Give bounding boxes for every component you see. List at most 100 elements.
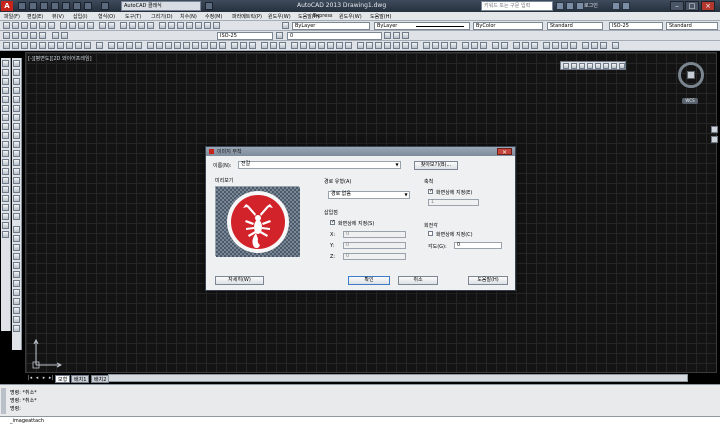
layer-on-icon[interactable] — [12, 32, 19, 39]
extend-icon[interactable] — [13, 150, 20, 157]
properties-icon[interactable] — [159, 22, 166, 29]
dim-angular-icon[interactable] — [411, 42, 418, 49]
dim-edit-icon[interactable] — [13, 289, 20, 296]
ne-iso-icon[interactable] — [75, 42, 82, 49]
help-icon[interactable] — [622, 2, 630, 10]
new-icon[interactable] — [3, 22, 10, 29]
ucs-world-icon[interactable] — [300, 42, 307, 49]
menu-help-2[interactable]: 도움말(H) — [370, 13, 391, 20]
gradient-icon[interactable] — [2, 195, 9, 202]
pan-icon[interactable] — [120, 22, 127, 29]
layer-states-icon[interactable] — [3, 32, 10, 39]
ft-icon-4[interactable] — [587, 63, 593, 69]
ft-icon-5[interactable] — [595, 63, 601, 69]
color-combo[interactable]: ByLayer — [292, 22, 370, 30]
next-tab-arrow-icon[interactable]: ▸ — [41, 375, 47, 382]
ft-icon-3[interactable] — [579, 63, 585, 69]
center-mark-icon[interactable] — [13, 262, 20, 269]
polyline-icon[interactable] — [2, 78, 9, 85]
smooth-icon[interactable] — [591, 42, 598, 49]
tolerance-icon[interactable] — [13, 253, 20, 260]
paste-icon[interactable] — [78, 22, 85, 29]
interfere-icon[interactable] — [531, 42, 538, 49]
wedge-icon[interactable] — [183, 42, 190, 49]
plot-icon[interactable] — [30, 22, 37, 29]
menu-file[interactable]: 파일(F) — [4, 13, 20, 20]
circle-icon[interactable] — [2, 114, 9, 121]
box-icon[interactable] — [147, 42, 154, 49]
text-style-combo[interactable]: Standard — [547, 22, 603, 30]
render-icon[interactable] — [270, 42, 277, 49]
back-view-icon[interactable] — [48, 42, 55, 49]
loft-icon[interactable] — [561, 42, 568, 49]
light-icon[interactable] — [261, 42, 268, 49]
menu-dimension[interactable]: 치수(N) — [180, 13, 197, 20]
menu-format[interactable]: 형식(O) — [98, 13, 115, 20]
save-icon[interactable] — [40, 2, 48, 10]
zoom-extents-icon[interactable] — [441, 42, 448, 49]
table-style-combo[interactable]: Standard — [666, 22, 718, 30]
wcs-menu[interactable]: WCS — [682, 98, 698, 104]
free-orbit-icon[interactable] — [471, 42, 478, 49]
exchange-icon[interactable] — [612, 2, 620, 10]
cancel-button[interactable]: 취소 — [398, 276, 438, 285]
ucs-origin-icon[interactable] — [345, 42, 352, 49]
redo-icon[interactable] — [108, 22, 115, 29]
dim-ordinate-icon[interactable] — [384, 42, 391, 49]
prev-tab-arrow-icon[interactable]: ◂ — [34, 375, 40, 382]
front-view-icon[interactable] — [39, 42, 46, 49]
path-type-combo[interactable]: 경로 없음 ▼ — [328, 191, 410, 199]
horizontal-scrollbar[interactable] — [108, 374, 688, 382]
dialog-close-button[interactable]: × — [497, 148, 512, 156]
dim-radius-icon[interactable] — [393, 42, 400, 49]
layer-isolate-icon[interactable] — [402, 32, 409, 39]
dim-diameter-icon[interactable] — [402, 42, 409, 49]
mirror-icon[interactable] — [13, 78, 20, 85]
scale-field[interactable]: 1 — [428, 199, 479, 206]
layer-combo[interactable]: 0 — [287, 32, 382, 40]
planar-surface-icon[interactable] — [552, 42, 559, 49]
dim-aligned-icon[interactable] — [366, 42, 373, 49]
layer-properties-icon[interactable] — [282, 22, 289, 29]
continuous-orbit-icon[interactable] — [480, 42, 487, 49]
command-line[interactable]: _imageattach — [0, 416, 720, 426]
redo-icon[interactable] — [84, 2, 92, 10]
copy-icon[interactable] — [69, 22, 76, 29]
top-view-icon[interactable] — [3, 42, 10, 49]
browse-button[interactable]: 찾아보기(B)... — [414, 161, 458, 170]
arc-icon[interactable] — [2, 105, 9, 112]
tab-model[interactable]: 모형 — [55, 375, 71, 383]
ft-icon-2[interactable] — [571, 63, 577, 69]
point-icon[interactable] — [2, 177, 9, 184]
make-block-icon[interactable] — [2, 168, 9, 175]
close-window-button[interactable]: × — [701, 1, 715, 11]
break-at-point-icon[interactable] — [13, 159, 20, 166]
first-tab-arrow-icon[interactable]: |◂ — [27, 375, 33, 382]
break-icon[interactable] — [13, 168, 20, 175]
search-icon[interactable] — [556, 2, 564, 10]
ellipse-icon[interactable] — [2, 141, 9, 148]
se-iso-icon[interactable] — [66, 42, 73, 49]
angle-field[interactable]: 0 — [454, 242, 502, 249]
realistic-icon[interactable] — [126, 42, 133, 49]
array-icon[interactable] — [13, 96, 20, 103]
layer-match-icon[interactable] — [384, 32, 391, 39]
print-icon[interactable] — [101, 2, 109, 10]
dim-space-icon[interactable] — [13, 316, 20, 323]
y-field[interactable]: 0 — [343, 242, 406, 249]
sheet-set-icon[interactable] — [186, 22, 193, 29]
steering-wheel-icon[interactable] — [711, 126, 718, 133]
rectangle-icon[interactable] — [2, 96, 9, 103]
polysolid-icon[interactable] — [543, 42, 550, 49]
trim-icon[interactable] — [13, 141, 20, 148]
cylinder-icon[interactable] — [165, 42, 172, 49]
cut-icon[interactable] — [60, 22, 67, 29]
ucs-icon[interactable] — [291, 42, 298, 49]
pan-nav-icon[interactable] — [711, 136, 718, 143]
ucs-face-icon[interactable] — [318, 42, 325, 49]
menu-express[interactable]: Express — [313, 13, 333, 19]
undo-icon[interactable] — [99, 22, 106, 29]
viewcube-face[interactable] — [687, 71, 695, 79]
ok-button[interactable]: 확인 — [348, 276, 390, 285]
section-plane-icon[interactable] — [513, 42, 520, 49]
